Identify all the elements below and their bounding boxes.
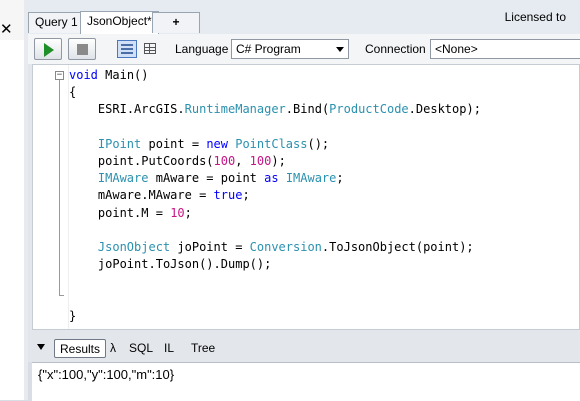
run-button[interactable] xyxy=(34,38,62,60)
code-text: void Main() { ESRI.ArcGIS.RuntimeManager.… xyxy=(69,67,481,325)
results-tab-results[interactable]: Results xyxy=(54,339,107,358)
connection-value: <None> xyxy=(435,42,478,56)
stop-icon xyxy=(77,44,88,55)
tab-label: Query 1 xyxy=(35,15,78,29)
grid-icon xyxy=(144,43,156,54)
code-line: point.PutCoords(100, 100); xyxy=(97,153,286,168)
fold-guide xyxy=(59,80,60,295)
toolbar: Language C# Program Connection <None> xyxy=(28,34,580,65)
code-line: } xyxy=(69,308,77,323)
tab-jsonobject[interactable]: JsonObject* xyxy=(80,11,159,34)
add-tab-button[interactable]: + xyxy=(152,12,200,33)
connection-label: Connection xyxy=(365,42,426,56)
results-tab-lambda[interactable]: λ xyxy=(110,339,116,358)
results-tab-tree[interactable]: Tree xyxy=(191,339,215,358)
results-tab-il[interactable]: IL xyxy=(164,339,174,358)
code-line: point.M = 10; xyxy=(97,205,192,220)
code-editor[interactable]: − void Main() { ESRI.ArcGIS.RuntimeManage… xyxy=(32,64,580,330)
code-line: ESRI.ArcGIS.RuntimeManager.Bind(ProductC… xyxy=(97,102,481,117)
results-to-grid-button[interactable] xyxy=(141,40,161,58)
tab-label: JsonObject* xyxy=(87,14,152,28)
results-tab-sql[interactable]: SQL xyxy=(129,339,153,358)
results-to-rich-text-button[interactable] xyxy=(117,40,137,58)
code-line: mAware.MAware = true; xyxy=(97,188,250,203)
language-value: C# Program xyxy=(236,42,301,56)
fold-end-marker xyxy=(59,295,64,296)
results-tab-bar: Results λ SQL IL Tree xyxy=(28,334,580,362)
tab-query-1[interactable]: Query 1 xyxy=(28,12,85,33)
code-line: { xyxy=(69,85,77,100)
language-label: Language xyxy=(175,42,229,56)
connection-select[interactable]: <None> xyxy=(430,39,580,59)
editor-area: − void Main() { ESRI.ArcGIS.RuntimeManage… xyxy=(28,64,580,334)
close-icon[interactable]: ✕ xyxy=(0,20,13,38)
tab-strip: Query 1 JsonObject* + Licensed to xyxy=(28,0,580,34)
license-text: Licensed to xyxy=(504,10,566,24)
code-line: joPoint.ToJson().Dump(); xyxy=(97,257,272,272)
left-panel xyxy=(0,40,25,400)
plus-icon: + xyxy=(172,15,180,29)
results-pane: {"x":100,"y":100,"m":10} xyxy=(32,362,580,401)
code-line: IPoint point = new PointClass(); xyxy=(97,136,330,151)
code-line: IMAware mAware = point as IMAware; xyxy=(97,171,344,186)
code-line: JsonObject joPoint = Conversion.ToJsonOb… xyxy=(97,239,474,254)
code-line: void Main() xyxy=(69,68,149,82)
stop-button[interactable] xyxy=(68,38,96,60)
collapse-results-icon[interactable] xyxy=(37,344,45,350)
results-output: {"x":100,"y":100,"m":10} xyxy=(38,367,175,382)
play-icon xyxy=(44,43,54,57)
editor-gutter: − xyxy=(33,65,69,329)
rows-icon xyxy=(121,44,133,54)
chevron-down-icon xyxy=(336,47,344,52)
language-select[interactable]: C# Program xyxy=(231,39,349,59)
fold-collapse-icon[interactable]: − xyxy=(55,71,64,80)
